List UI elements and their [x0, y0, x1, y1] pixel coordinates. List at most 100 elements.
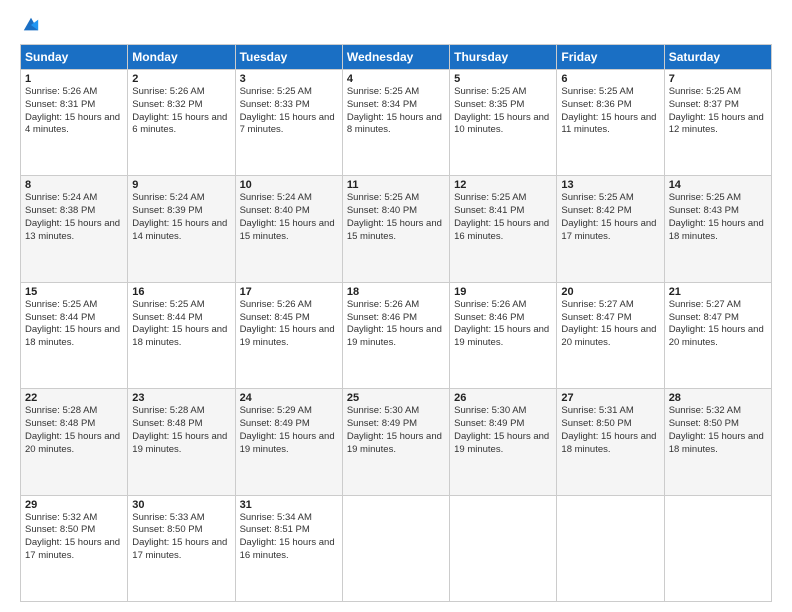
- day-info: Sunrise: 5:25 AMSunset: 8:36 PMDaylight:…: [561, 86, 656, 135]
- page: SundayMondayTuesdayWednesdayThursdayFrid…: [0, 0, 792, 612]
- day-number: 23: [132, 392, 230, 404]
- day-info: Sunrise: 5:33 AMSunset: 8:50 PMDaylight:…: [132, 512, 227, 561]
- calendar-cell: 16 Sunrise: 5:25 AMSunset: 8:44 PMDaylig…: [128, 282, 235, 388]
- weekday-header: Monday: [128, 45, 235, 70]
- calendar-cell: 21 Sunrise: 5:27 AMSunset: 8:47 PMDaylig…: [664, 282, 771, 388]
- day-info: Sunrise: 5:28 AMSunset: 8:48 PMDaylight:…: [25, 405, 120, 454]
- day-number: 1: [25, 73, 123, 85]
- header: [20, 16, 772, 34]
- calendar-cell: 2 Sunrise: 5:26 AMSunset: 8:32 PMDayligh…: [128, 70, 235, 176]
- day-number: 18: [347, 286, 445, 298]
- day-info: Sunrise: 5:26 AMSunset: 8:32 PMDaylight:…: [132, 86, 227, 135]
- day-info: Sunrise: 5:27 AMSunset: 8:47 PMDaylight:…: [669, 299, 764, 348]
- calendar-cell: 3 Sunrise: 5:25 AMSunset: 8:33 PMDayligh…: [235, 70, 342, 176]
- day-number: 17: [240, 286, 338, 298]
- day-info: Sunrise: 5:31 AMSunset: 8:50 PMDaylight:…: [561, 405, 656, 454]
- day-number: 14: [669, 179, 767, 191]
- day-number: 5: [454, 73, 552, 85]
- calendar-cell: 10 Sunrise: 5:24 AMSunset: 8:40 PMDaylig…: [235, 176, 342, 282]
- logo-icon: [22, 16, 40, 34]
- calendar-cell: 1 Sunrise: 5:26 AMSunset: 8:31 PMDayligh…: [21, 70, 128, 176]
- day-number: 15: [25, 286, 123, 298]
- calendar-cell: 8 Sunrise: 5:24 AMSunset: 8:38 PMDayligh…: [21, 176, 128, 282]
- day-info: Sunrise: 5:32 AMSunset: 8:50 PMDaylight:…: [669, 405, 764, 454]
- day-info: Sunrise: 5:26 AMSunset: 8:45 PMDaylight:…: [240, 299, 335, 348]
- day-number: 11: [347, 179, 445, 191]
- day-number: 28: [669, 392, 767, 404]
- calendar-table: SundayMondayTuesdayWednesdayThursdayFrid…: [20, 44, 772, 602]
- day-info: Sunrise: 5:24 AMSunset: 8:39 PMDaylight:…: [132, 192, 227, 241]
- day-number: 19: [454, 286, 552, 298]
- day-info: Sunrise: 5:25 AMSunset: 8:43 PMDaylight:…: [669, 192, 764, 241]
- day-number: 27: [561, 392, 659, 404]
- calendar-cell: 24 Sunrise: 5:29 AMSunset: 8:49 PMDaylig…: [235, 389, 342, 495]
- weekday-header: Friday: [557, 45, 664, 70]
- day-info: Sunrise: 5:24 AMSunset: 8:40 PMDaylight:…: [240, 192, 335, 241]
- day-number: 9: [132, 179, 230, 191]
- calendar-cell: 11 Sunrise: 5:25 AMSunset: 8:40 PMDaylig…: [342, 176, 449, 282]
- day-info: Sunrise: 5:27 AMSunset: 8:47 PMDaylight:…: [561, 299, 656, 348]
- calendar-cell: 6 Sunrise: 5:25 AMSunset: 8:36 PMDayligh…: [557, 70, 664, 176]
- day-info: Sunrise: 5:26 AMSunset: 8:46 PMDaylight:…: [454, 299, 549, 348]
- calendar-cell: 23 Sunrise: 5:28 AMSunset: 8:48 PMDaylig…: [128, 389, 235, 495]
- calendar-cell: 29 Sunrise: 5:32 AMSunset: 8:50 PMDaylig…: [21, 495, 128, 601]
- day-info: Sunrise: 5:25 AMSunset: 8:44 PMDaylight:…: [132, 299, 227, 348]
- weekday-header: Thursday: [450, 45, 557, 70]
- calendar-cell: 19 Sunrise: 5:26 AMSunset: 8:46 PMDaylig…: [450, 282, 557, 388]
- calendar-cell: 31 Sunrise: 5:34 AMSunset: 8:51 PMDaylig…: [235, 495, 342, 601]
- day-info: Sunrise: 5:29 AMSunset: 8:49 PMDaylight:…: [240, 405, 335, 454]
- day-info: Sunrise: 5:25 AMSunset: 8:37 PMDaylight:…: [669, 86, 764, 135]
- calendar-cell: 5 Sunrise: 5:25 AMSunset: 8:35 PMDayligh…: [450, 70, 557, 176]
- day-number: 8: [25, 179, 123, 191]
- day-number: 22: [25, 392, 123, 404]
- day-info: Sunrise: 5:25 AMSunset: 8:40 PMDaylight:…: [347, 192, 442, 241]
- calendar-cell: 14 Sunrise: 5:25 AMSunset: 8:43 PMDaylig…: [664, 176, 771, 282]
- day-number: 31: [240, 499, 338, 511]
- calendar-cell: 30 Sunrise: 5:33 AMSunset: 8:50 PMDaylig…: [128, 495, 235, 601]
- day-info: Sunrise: 5:26 AMSunset: 8:46 PMDaylight:…: [347, 299, 442, 348]
- day-number: 24: [240, 392, 338, 404]
- day-info: Sunrise: 5:25 AMSunset: 8:44 PMDaylight:…: [25, 299, 120, 348]
- calendar-cell: 15 Sunrise: 5:25 AMSunset: 8:44 PMDaylig…: [21, 282, 128, 388]
- day-number: 29: [25, 499, 123, 511]
- day-info: Sunrise: 5:25 AMSunset: 8:41 PMDaylight:…: [454, 192, 549, 241]
- calendar-cell: 7 Sunrise: 5:25 AMSunset: 8:37 PMDayligh…: [664, 70, 771, 176]
- day-info: Sunrise: 5:24 AMSunset: 8:38 PMDaylight:…: [25, 192, 120, 241]
- day-info: Sunrise: 5:30 AMSunset: 8:49 PMDaylight:…: [454, 405, 549, 454]
- day-info: Sunrise: 5:34 AMSunset: 8:51 PMDaylight:…: [240, 512, 335, 561]
- logo: [20, 16, 40, 34]
- day-number: 30: [132, 499, 230, 511]
- day-number: 6: [561, 73, 659, 85]
- day-info: Sunrise: 5:25 AMSunset: 8:42 PMDaylight:…: [561, 192, 656, 241]
- calendar-cell: 4 Sunrise: 5:25 AMSunset: 8:34 PMDayligh…: [342, 70, 449, 176]
- weekday-header: Sunday: [21, 45, 128, 70]
- day-info: Sunrise: 5:32 AMSunset: 8:50 PMDaylight:…: [25, 512, 120, 561]
- calendar-cell: 25 Sunrise: 5:30 AMSunset: 8:49 PMDaylig…: [342, 389, 449, 495]
- day-number: 21: [669, 286, 767, 298]
- calendar-cell: 9 Sunrise: 5:24 AMSunset: 8:39 PMDayligh…: [128, 176, 235, 282]
- day-number: 26: [454, 392, 552, 404]
- empty-cell: [450, 495, 557, 601]
- day-info: Sunrise: 5:30 AMSunset: 8:49 PMDaylight:…: [347, 405, 442, 454]
- day-number: 13: [561, 179, 659, 191]
- calendar-cell: 13 Sunrise: 5:25 AMSunset: 8:42 PMDaylig…: [557, 176, 664, 282]
- day-number: 12: [454, 179, 552, 191]
- day-number: 7: [669, 73, 767, 85]
- calendar-cell: 27 Sunrise: 5:31 AMSunset: 8:50 PMDaylig…: [557, 389, 664, 495]
- day-number: 25: [347, 392, 445, 404]
- calendar-cell: 26 Sunrise: 5:30 AMSunset: 8:49 PMDaylig…: [450, 389, 557, 495]
- day-info: Sunrise: 5:28 AMSunset: 8:48 PMDaylight:…: [132, 405, 227, 454]
- day-number: 16: [132, 286, 230, 298]
- day-info: Sunrise: 5:25 AMSunset: 8:33 PMDaylight:…: [240, 86, 335, 135]
- empty-cell: [664, 495, 771, 601]
- day-info: Sunrise: 5:25 AMSunset: 8:35 PMDaylight:…: [454, 86, 549, 135]
- day-number: 3: [240, 73, 338, 85]
- empty-cell: [342, 495, 449, 601]
- calendar-cell: 17 Sunrise: 5:26 AMSunset: 8:45 PMDaylig…: [235, 282, 342, 388]
- calendar-cell: 18 Sunrise: 5:26 AMSunset: 8:46 PMDaylig…: [342, 282, 449, 388]
- day-number: 10: [240, 179, 338, 191]
- day-number: 2: [132, 73, 230, 85]
- day-number: 20: [561, 286, 659, 298]
- weekday-header: Saturday: [664, 45, 771, 70]
- weekday-header: Wednesday: [342, 45, 449, 70]
